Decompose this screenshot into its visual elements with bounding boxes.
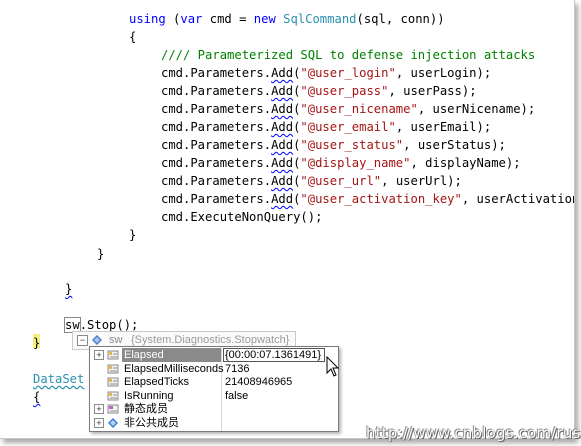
- code-text: cmd.Parameters.: [161, 84, 272, 98]
- members-icon: [108, 417, 118, 428]
- code-text: (sql, conn)): [356, 12, 445, 26]
- code-line-parameters-add: cmd.Parameters.Add("@user_activation_key…: [161, 190, 575, 208]
- code-text: cmd.Parameters.: [161, 102, 272, 116]
- datatip-row[interactable]: ElapsedTicks 21408946965: [90, 375, 338, 389]
- mouse-cursor-icon: [326, 356, 340, 377]
- code-comment: //// Parameterized SQL to defense inject…: [161, 48, 536, 62]
- datatip-row-value: false: [225, 389, 249, 402]
- method-add: Add: [271, 66, 294, 80]
- code-line-dataset: DataSet: [33, 370, 84, 388]
- code-line-using: using (var cmd = new SqlCommand(sql, con…: [129, 10, 445, 28]
- string-literal: "@user_pass": [300, 84, 389, 98]
- open-brace: {: [33, 390, 41, 404]
- expand-toggle[interactable]: +: [94, 417, 104, 428]
- collapse-toggle[interactable]: −: [77, 335, 88, 346]
- type-dataset: DataSet: [33, 372, 85, 386]
- code-line-parameters-add: cmd.Parameters.Add("@display_name", disp…: [161, 156, 521, 170]
- string-literal: "@user_nicename": [300, 102, 418, 116]
- datatip-row-value: 21408946965: [225, 376, 293, 388]
- string-literal: "@user_login": [300, 66, 396, 80]
- close-brace: }: [33, 336, 41, 350]
- method-add: Add: [271, 84, 294, 98]
- keyword-new: new: [253, 12, 276, 26]
- code-text: (: [165, 12, 181, 26]
- code-line-parameters-add: cmd.Parameters.Add("@user_url", userUrl)…: [161, 174, 462, 188]
- method-add: Add: [271, 138, 294, 152]
- property-icon: [107, 391, 119, 400]
- type-sqlcommand: SqlCommand: [283, 12, 357, 26]
- datatip-row[interactable]: ElapsedMilliseconds 7136: [90, 362, 338, 376]
- property-icon: [107, 377, 119, 387]
- property-icon: [107, 350, 119, 360]
- code-text: cmd.Parameters.: [161, 120, 272, 134]
- code-line-execute: cmd.ExecuteNonQuery();: [161, 210, 323, 224]
- code-text: , userEmail);: [395, 120, 492, 134]
- code-line-parameters-add: cmd.Parameters.Add("@user_email", userEm…: [161, 120, 492, 134]
- code-line-parameters-add: cmd.Parameters.Add("@user_login", userLo…: [161, 66, 492, 80]
- code-text: , userPass);: [388, 84, 477, 98]
- code-text: , userActivationK: [461, 192, 575, 206]
- datatip-row[interactable]: + 非公共成员: [90, 416, 338, 430]
- code-line-parameters-add: cmd.Parameters.Add("@user_nicename", use…: [161, 102, 536, 116]
- datatip-row[interactable]: + 静态成员: [90, 402, 338, 416]
- code-text: cmd.Parameters.: [161, 174, 272, 188]
- datatip-row-name: 非公共成员: [124, 416, 179, 429]
- method-add: Add: [271, 192, 294, 206]
- string-literal: "@user_email": [300, 120, 396, 134]
- code-line-parameters-add: cmd.Parameters.Add("@user_status", userS…: [161, 138, 506, 152]
- close-brace: }: [129, 228, 137, 242]
- datatip-row-name: IsRunning: [124, 389, 174, 402]
- method-add: Add: [271, 120, 294, 134]
- code-text: , userStatus);: [403, 138, 506, 152]
- code-text: cmd.Parameters.: [161, 192, 272, 206]
- datatip-row[interactable]: + Elapsed {00:00:07.1361491}: [90, 348, 338, 362]
- code-text: .Stop();: [79, 318, 139, 332]
- sw-variable[interactable]: sw: [64, 317, 81, 333]
- code-text: cmd =: [202, 12, 254, 26]
- string-literal: "@user_status": [300, 138, 404, 152]
- code-text: cmd.Parameters.: [161, 66, 272, 80]
- code-text: , displayName);: [410, 156, 521, 170]
- expand-toggle[interactable]: +: [94, 404, 104, 414]
- code-text: , userLogin);: [395, 66, 492, 80]
- datatip-row[interactable]: IsRunning false: [90, 389, 338, 403]
- keyword-using: using: [129, 12, 166, 26]
- method-add: Add: [271, 102, 294, 116]
- datatip-panel[interactable]: + Elapsed {00:00:07.1361491} ElapsedMillise…: [89, 346, 339, 432]
- watermark: http://www.cnblogs.com/rush: [366, 424, 581, 442]
- code-text: , userUrl);: [381, 174, 462, 188]
- property-icon: [107, 364, 119, 373]
- expand-toggle[interactable]: +: [94, 350, 104, 360]
- code-text: cmd.Parameters.: [161, 156, 272, 170]
- object-icon: [92, 335, 102, 345]
- close-brace: }: [65, 282, 73, 296]
- code-editor[interactable]: using (var cmd = new SqlCommand(sql, con…: [0, 0, 575, 439]
- datatip-row-name: 静态成员: [124, 403, 168, 415]
- method-add: Add: [271, 174, 294, 188]
- method-add: Add: [271, 156, 294, 170]
- datatip-row-value: {00:00:07.1361491}: [225, 349, 322, 361]
- datatip-row-name: ElapsedTicks: [124, 376, 190, 388]
- members-icon: [107, 404, 119, 414]
- datatip-row-name: ElapsedMilliseconds: [124, 362, 224, 375]
- string-literal: "@display_name": [300, 156, 411, 170]
- string-literal: "@user_activation_key": [300, 192, 462, 206]
- string-literal: "@user_url": [300, 174, 382, 188]
- datatip-row-name: Elapsed: [124, 349, 164, 361]
- datatip-row-value: 7136: [225, 362, 250, 375]
- code-text: cmd.Parameters.: [161, 138, 272, 152]
- code-line-parameters-add: cmd.Parameters.Add("@user_pass", userPas…: [161, 84, 477, 98]
- keyword-var: var: [180, 12, 203, 26]
- code-text: , userNicename);: [417, 102, 536, 116]
- open-brace: {: [129, 30, 137, 44]
- close-brace: }: [97, 247, 105, 261]
